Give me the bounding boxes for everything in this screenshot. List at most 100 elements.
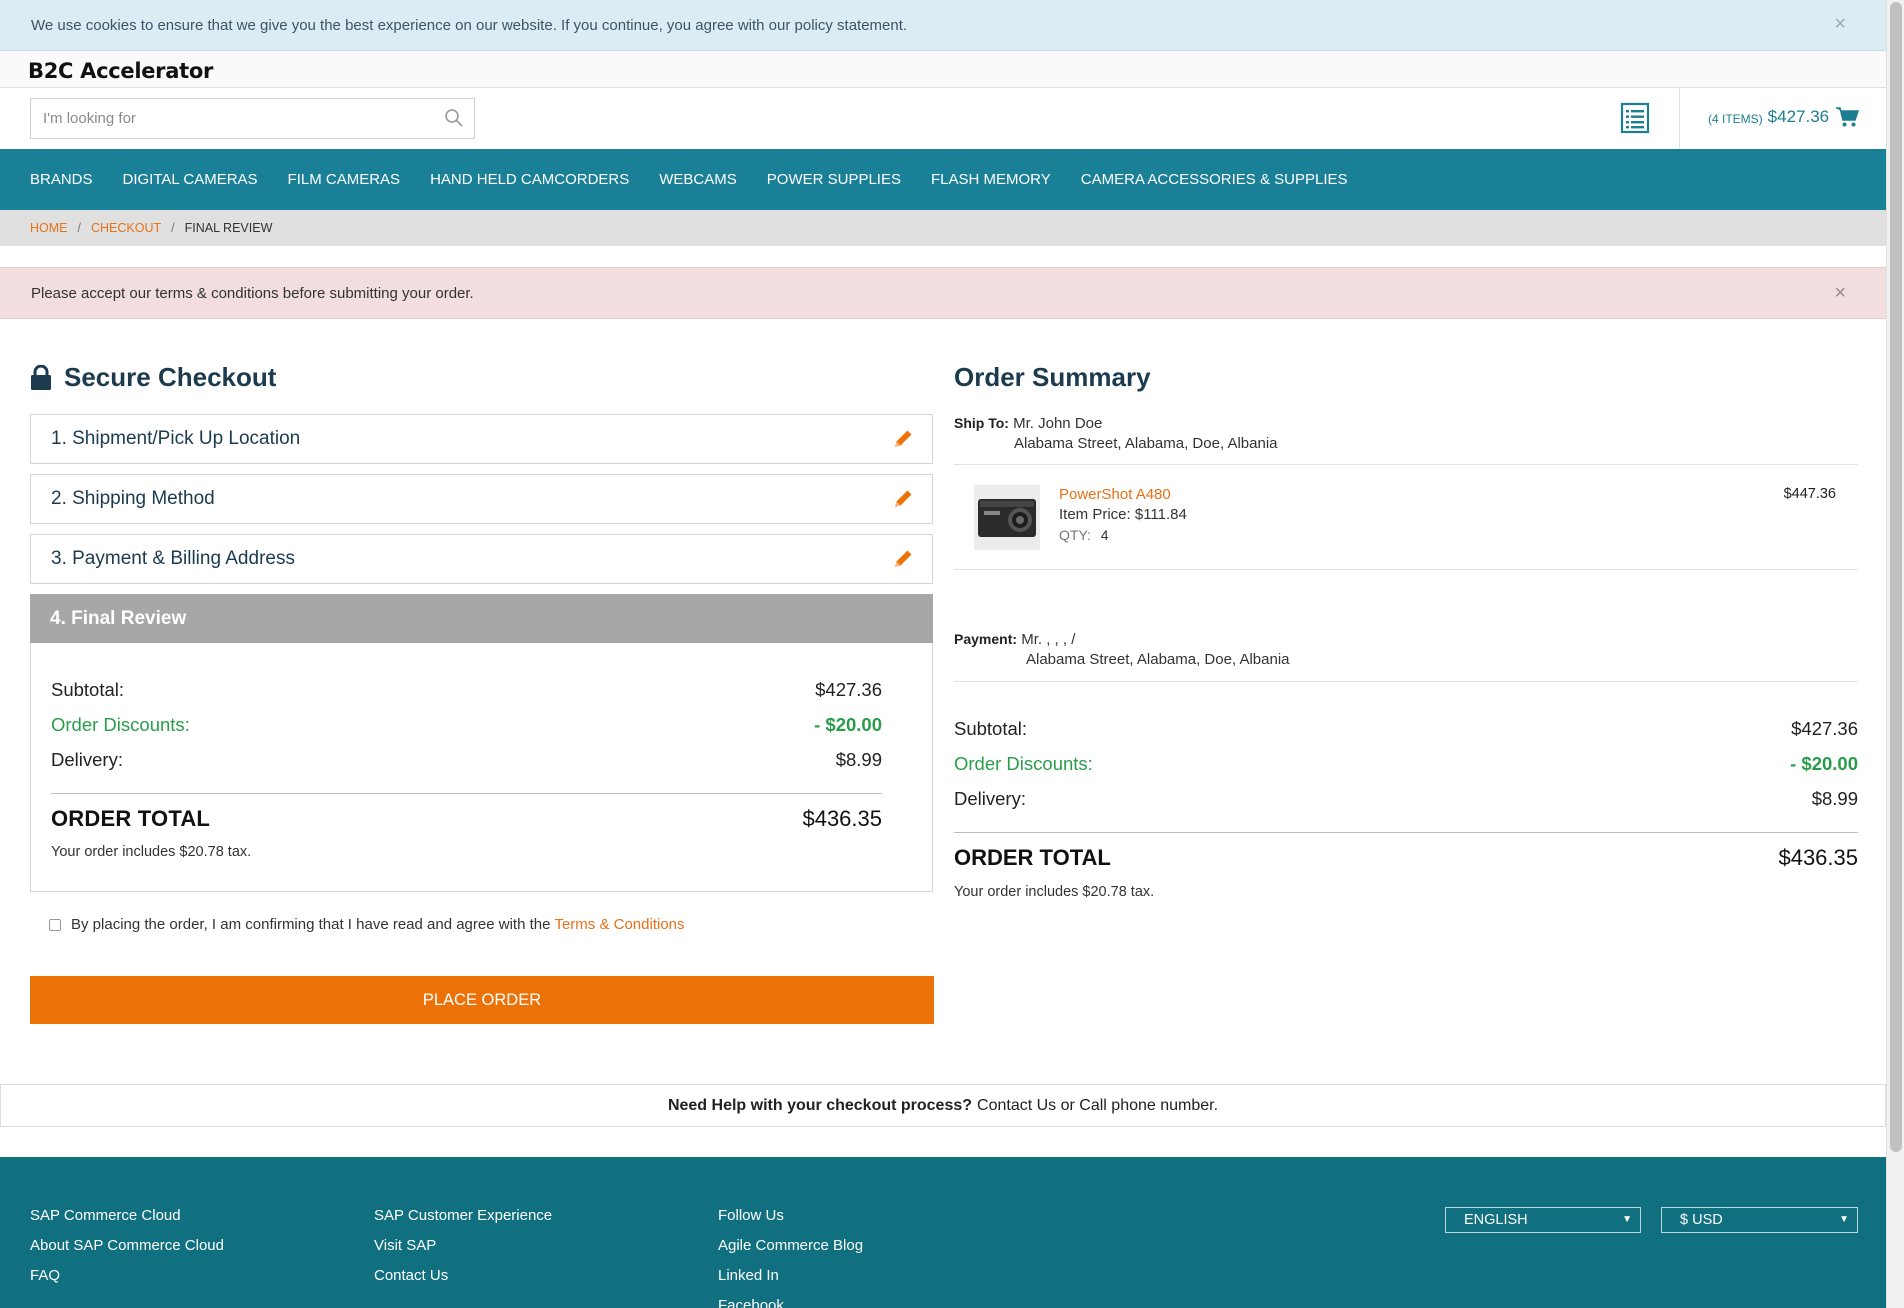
step-shipment-location[interactable]: 1. Shipment/Pick Up Location <box>30 414 933 464</box>
delivery-label: Delivery: <box>954 788 1026 809</box>
summary-discount-row: Order Discounts: - $20.00 <box>954 753 1858 775</box>
nav-item-hand-held-camcorders[interactable]: HAND HELD CAMCORDERS <box>430 171 629 188</box>
edit-pencil-icon[interactable] <box>892 428 914 450</box>
product-name-link[interactable]: PowerShot A480 <box>1059 486 1171 503</box>
delivery-value: $8.99 <box>835 749 882 770</box>
search-box <box>30 98 475 139</box>
product-thumbnail[interactable] <box>974 485 1040 550</box>
subtotal-label: Subtotal: <box>51 679 125 700</box>
place-order-button[interactable]: PLACE ORDER <box>30 976 934 1024</box>
qty-value: 4 <box>1100 527 1109 543</box>
step-final-review: 4. Final Review <box>30 594 933 643</box>
nav-item-digital-cameras[interactable]: DIGITAL CAMERAS <box>123 171 258 188</box>
tax-note: Your order includes $20.78 tax. <box>51 844 252 860</box>
terms-checkbox[interactable] <box>49 918 61 931</box>
footer-link[interactable]: SAP Customer Experience <box>374 1207 552 1237</box>
step-label: 2. Shipping Method <box>51 488 215 509</box>
scrollbar-thumb[interactable] <box>1890 2 1902 1152</box>
page-title: Secure Checkout <box>64 362 277 392</box>
terms-text: By placing the order, I am confirming th… <box>71 916 551 933</box>
nav-item-brands[interactable]: BRANDS <box>30 171 93 188</box>
terms-alert: Please accept our terms & conditions bef… <box>0 267 1886 319</box>
chevron-down-icon: ▼ <box>1622 1214 1632 1225</box>
discount-label: Order Discounts: <box>51 714 190 735</box>
step-shipping-method[interactable]: 2. Shipping Method <box>30 474 933 524</box>
qty-label: QTY: <box>1059 527 1091 543</box>
footer-link[interactable]: FAQ <box>30 1267 224 1297</box>
help-answer[interactable]: Contact Us or Call phone number. <box>977 1097 1218 1115</box>
delivery-row: Delivery: $8.99 <box>51 749 882 771</box>
summary-delivery-row: Delivery: $8.99 <box>954 788 1858 810</box>
breadcrumb-home[interactable]: HOME <box>30 221 68 235</box>
summary-divider <box>954 569 1858 570</box>
checkout-help-banner: Need Help with your checkout process? Co… <box>0 1084 1886 1127</box>
summary-subtotal-row: Subtotal: $427.36 <box>954 718 1858 740</box>
quick-order-list-icon[interactable] <box>1620 102 1650 134</box>
footer-column-sap-cx: SAP Customer Experience Visit SAP Contac… <box>374 1207 552 1297</box>
ship-to-address: Alabama Street, Alabama, Doe, Albania <box>1014 435 1278 452</box>
nav-item-camera-accessories[interactable]: CAMERA ACCESSORIES & SUPPLIES <box>1081 171 1348 188</box>
delivery-label: Delivery: <box>51 749 123 770</box>
footer-link[interactable]: Contact Us <box>374 1267 552 1297</box>
summary-tax-note: Your order includes $20.78 tax. <box>954 884 1155 900</box>
nav-item-film-cameras[interactable]: FILM CAMERAS <box>288 171 401 188</box>
footer-column-sap-commerce: SAP Commerce Cloud About SAP Commerce Cl… <box>30 1207 224 1297</box>
ship-to-label: Ship To: <box>954 415 1009 431</box>
discount-label: Order Discounts: <box>954 753 1093 774</box>
step-payment-billing[interactable]: 3. Payment & Billing Address <box>30 534 933 584</box>
language-select[interactable]: ENGLISH ▼ <box>1445 1207 1641 1233</box>
header-search-row: (4 ITEMS) $427.36 <box>0 88 1886 149</box>
subtotal-row: Subtotal: $427.36 <box>51 679 882 701</box>
currency-select[interactable]: $ USD ▼ <box>1661 1207 1858 1233</box>
discount-value: - $20.00 <box>1790 753 1858 774</box>
footer-link[interactable]: Follow Us <box>718 1207 863 1237</box>
footer-link[interactable]: Linked In <box>718 1267 863 1297</box>
breadcrumb-checkout[interactable]: CHECKOUT <box>91 221 161 235</box>
order-total-row: ORDER TOTAL $436.35 <box>51 806 882 832</box>
item-price-label: Item Price: <box>1059 506 1131 523</box>
ship-to-block: Ship To: Mr. John Doe Alabama Street, Al… <box>954 415 1278 452</box>
step-label: 1. Shipment/Pick Up Location <box>51 428 301 449</box>
product-line-total: $447.36 <box>1783 486 1836 502</box>
help-question: Need Help with your checkout process? <box>667 1096 973 1114</box>
discount-row: Order Discounts: - $20.00 <box>51 714 882 736</box>
footer: SAP Commerce Cloud About SAP Commerce Cl… <box>0 1157 1886 1308</box>
site-logo[interactable]: B2C Accelerator <box>28 59 213 83</box>
shopping-cart-icon <box>1836 107 1860 127</box>
delivery-value: $8.99 <box>1811 788 1858 809</box>
search-icon[interactable] <box>444 108 464 128</box>
final-review-panel: Subtotal: $427.36 Order Discounts: - $20… <box>30 643 933 892</box>
footer-link[interactable]: Agile Commerce Blog <box>718 1237 863 1267</box>
page-scrollbar[interactable] <box>1886 0 1904 1308</box>
step-label: 4. Final Review <box>50 607 187 629</box>
payment-address: Alabama Street, Alabama, Doe, Albania <box>1026 651 1290 668</box>
footer-link[interactable]: Visit SAP <box>374 1237 552 1267</box>
totals-divider <box>51 793 882 794</box>
nav-item-webcams[interactable]: WEBCAMS <box>659 171 737 188</box>
search-input[interactable] <box>31 99 421 138</box>
cart-total: $427.36 <box>1767 107 1830 126</box>
edit-pencil-icon[interactable] <box>892 548 914 570</box>
nav-item-flash-memory[interactable]: FLASH MEMORY <box>931 171 1051 188</box>
subtotal-value: $427.36 <box>1791 718 1858 739</box>
footer-link[interactable]: Facebook <box>718 1297 863 1308</box>
summary-order-total-row: ORDER TOTAL $436.35 <box>954 845 1858 871</box>
cookie-close-icon[interactable]: × <box>1834 14 1846 34</box>
edit-pencil-icon[interactable] <box>892 488 914 510</box>
alert-message: Please accept our terms & conditions bef… <box>31 284 474 302</box>
cart-item-count: (4 ITEMS) <box>1708 111 1763 126</box>
summary-divider <box>954 464 1858 465</box>
cookie-notice: We use cookies to ensure that we give yo… <box>0 0 1886 51</box>
terms-agreement: By placing the order, I am confirming th… <box>49 916 685 933</box>
footer-column-follow-us: Follow Us Agile Commerce Blog Linked In … <box>718 1207 863 1308</box>
terms-link[interactable]: Terms & Conditions <box>554 916 684 933</box>
alert-close-icon[interactable]: × <box>1834 283 1846 303</box>
order-total-label: ORDER TOTAL <box>954 845 1111 870</box>
footer-link[interactable]: About SAP Commerce Cloud <box>30 1237 224 1267</box>
mini-cart[interactable]: (4 ITEMS) $427.36 <box>1708 106 1860 128</box>
order-summary-title: Order Summary <box>954 362 1151 392</box>
footer-link[interactable]: SAP Commerce Cloud <box>30 1207 224 1237</box>
breadcrumb-separator: / <box>171 221 175 235</box>
nav-item-power-supplies[interactable]: POWER SUPPLIES <box>767 171 901 188</box>
summary-totals-divider <box>954 832 1858 833</box>
